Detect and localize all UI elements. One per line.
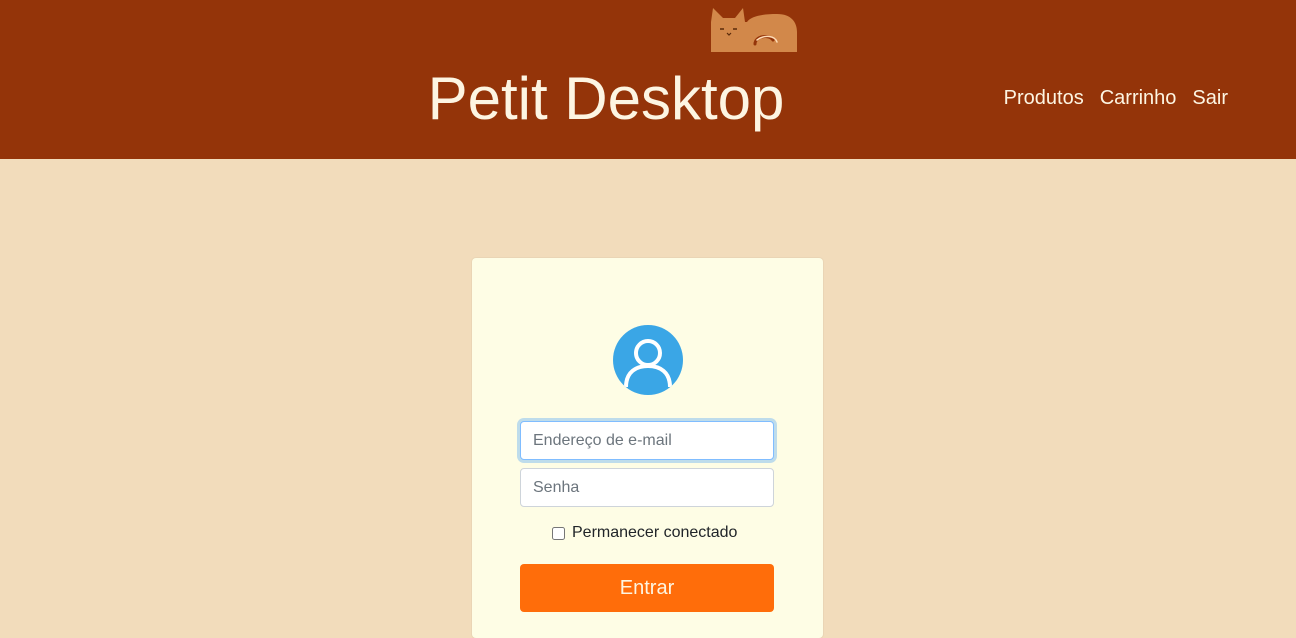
nav-link-produtos[interactable]: Produtos bbox=[1004, 86, 1084, 110]
remember-me[interactable]: Permanecer conectado bbox=[552, 524, 737, 542]
login-card: Permanecer conectado Entrar bbox=[472, 258, 823, 638]
nav-link-sair[interactable]: Sair bbox=[1192, 86, 1228, 110]
nav-link-carrinho[interactable]: Carrinho bbox=[1100, 86, 1177, 110]
remember-me-checkbox[interactable] bbox=[552, 526, 565, 540]
email-input[interactable] bbox=[520, 421, 774, 460]
cat-logo-icon bbox=[711, 8, 797, 52]
user-avatar-icon bbox=[613, 325, 683, 395]
main-nav: Produtos Carrinho Sair bbox=[1004, 86, 1228, 110]
login-button[interactable]: Entrar bbox=[520, 564, 774, 612]
password-input[interactable] bbox=[520, 468, 774, 507]
remember-me-label: Permanecer conectado bbox=[572, 524, 738, 541]
site-header: Petit Desktop Produtos Carrinho Sair bbox=[0, 0, 1296, 159]
